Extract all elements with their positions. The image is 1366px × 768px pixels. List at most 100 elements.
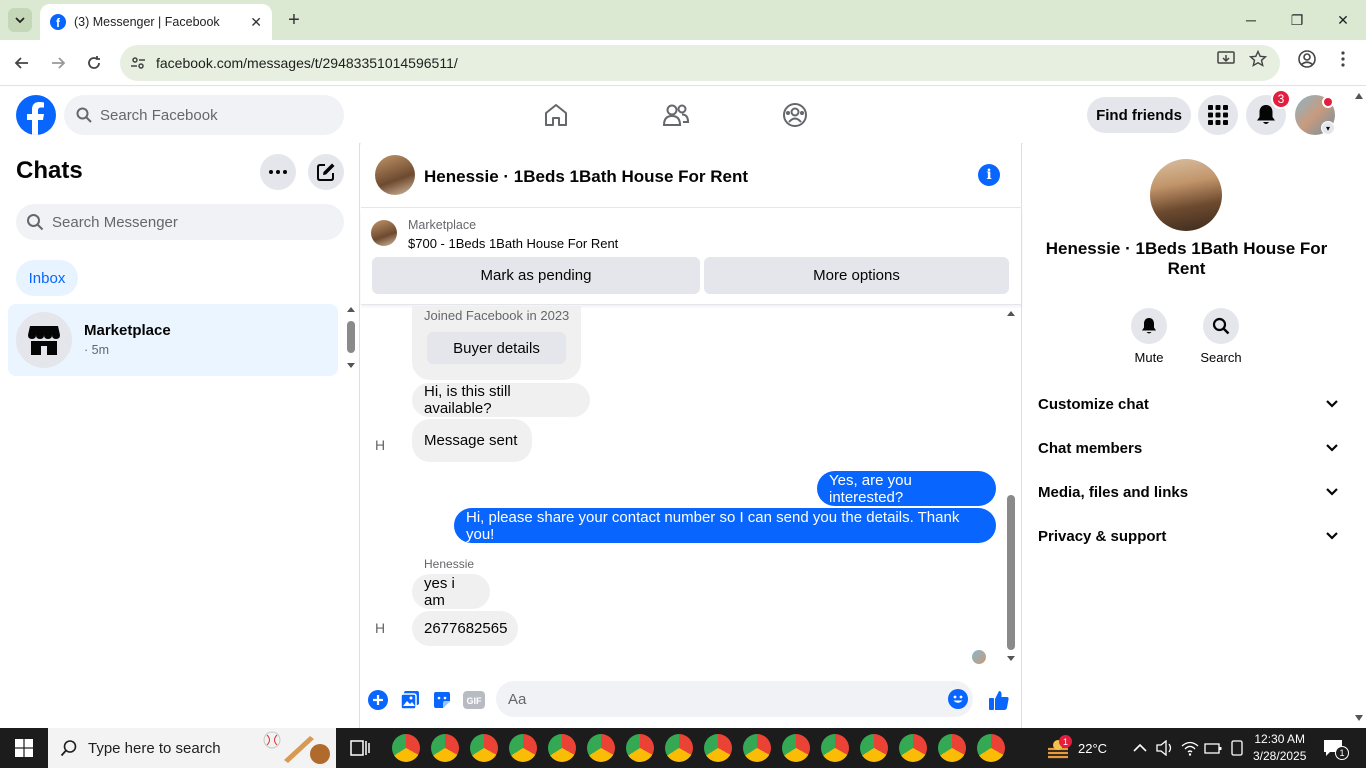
chrome-taskbar-icon[interactable] bbox=[860, 734, 888, 762]
grid-icon bbox=[1208, 105, 1228, 125]
windows-start-button[interactable] bbox=[0, 728, 48, 768]
chat-profile-avatar[interactable] bbox=[1150, 159, 1222, 231]
buyer-details-button[interactable]: Buyer details bbox=[427, 332, 566, 364]
message-composer: GIF Aa bbox=[361, 678, 1022, 728]
minimize-button[interactable]: ─ bbox=[1228, 0, 1274, 40]
chat-list-item[interactable]: Marketplace · 5m bbox=[8, 304, 338, 376]
media-files-links-section[interactable]: Media, files and links bbox=[1038, 470, 1338, 514]
listing-title[interactable]: $700 - 1Beds 1Bath House For Rent bbox=[408, 236, 618, 251]
new-tab-button[interactable]: + bbox=[282, 8, 306, 32]
chrome-taskbar-icon-active[interactable] bbox=[587, 734, 615, 762]
like-thumb-icon[interactable] bbox=[987, 688, 1011, 712]
chrome-taskbar-icon[interactable] bbox=[548, 734, 576, 762]
facebook-search-placeholder: Search Facebook bbox=[100, 106, 218, 124]
conversation-title[interactable]: Henessie · 1Beds 1Bath House For Rent bbox=[424, 167, 748, 187]
chrome-taskbar-icon[interactable] bbox=[899, 734, 927, 762]
chrome-taskbar-icon[interactable] bbox=[431, 734, 459, 762]
task-view-icon[interactable] bbox=[346, 734, 374, 762]
tab-search-button[interactable] bbox=[8, 8, 32, 32]
display-icon[interactable] bbox=[1229, 728, 1245, 768]
chrome-taskbar-icon[interactable] bbox=[626, 734, 654, 762]
friends-icon[interactable] bbox=[662, 101, 690, 129]
baseball-search-highlight-icon bbox=[263, 731, 330, 764]
tab-title: (3) Messenger | Facebook bbox=[74, 15, 220, 29]
chrome-taskbar-icon[interactable] bbox=[392, 734, 420, 762]
message-bubble[interactable]: yes i am bbox=[412, 574, 490, 609]
attach-photo-icon[interactable] bbox=[398, 688, 422, 712]
chrome-taskbar-icon[interactable] bbox=[470, 734, 498, 762]
network-icon[interactable] bbox=[1181, 728, 1199, 768]
url-bar[interactable]: facebook.com/messages/t/2948335101459651… bbox=[120, 45, 1280, 81]
mark-as-pending-button[interactable]: Mark as pending bbox=[372, 257, 700, 294]
chrome-taskbar-icon[interactable] bbox=[782, 734, 810, 762]
groups-icon[interactable] bbox=[781, 101, 809, 129]
close-window-button[interactable]: ✕ bbox=[1320, 0, 1366, 40]
restore-button[interactable]: ❐ bbox=[1274, 0, 1320, 40]
battery-icon[interactable] bbox=[1204, 728, 1222, 768]
store-icon bbox=[28, 326, 60, 355]
chrome-taskbar-icon[interactable] bbox=[821, 734, 849, 762]
chat-members-section[interactable]: Chat members bbox=[1038, 426, 1338, 470]
page-scrollbar[interactable] bbox=[1352, 87, 1366, 728]
search-in-chat-action[interactable]: Search bbox=[1191, 308, 1251, 365]
reload-icon bbox=[88, 56, 100, 69]
chrome-taskbar-icon[interactable] bbox=[743, 734, 771, 762]
messenger-search-input[interactable]: Search Messenger bbox=[16, 204, 344, 240]
chat-options-button[interactable] bbox=[260, 154, 296, 190]
inbox-filter-tab[interactable]: Inbox bbox=[16, 260, 78, 296]
bookmark-star-icon[interactable] bbox=[1248, 49, 1268, 69]
more-options-button[interactable]: More options bbox=[704, 257, 1009, 294]
browser-tab-messenger[interactable]: f (3) Messenger | Facebook ✕ bbox=[40, 4, 272, 40]
gif-icon[interactable]: GIF bbox=[462, 688, 486, 712]
home-icon[interactable] bbox=[542, 101, 570, 129]
messenger-search-placeholder: Search Messenger bbox=[52, 213, 178, 231]
back-button[interactable] bbox=[10, 51, 34, 75]
show-hidden-icons-chevron[interactable] bbox=[1133, 728, 1147, 768]
conversation-avatar[interactable] bbox=[375, 155, 415, 195]
browser-menu-icon[interactable] bbox=[1333, 49, 1353, 69]
sticker-icon[interactable] bbox=[430, 688, 454, 712]
my-message-bubble[interactable]: Yes, are you interested? bbox=[817, 471, 996, 506]
chat-list-scrollbar[interactable] bbox=[346, 306, 356, 370]
taskbar-search-input[interactable]: Type here to search bbox=[48, 728, 336, 768]
site-info-icon[interactable] bbox=[130, 55, 146, 71]
sender-avatar[interactable]: H bbox=[375, 431, 403, 459]
customize-chat-section[interactable]: Customize chat bbox=[1038, 382, 1338, 426]
forward-button[interactable] bbox=[46, 51, 70, 75]
weather-widget[interactable]: 1 22°C bbox=[1046, 728, 1107, 768]
facebook-logo-icon[interactable] bbox=[16, 95, 56, 135]
my-message-bubble[interactable]: Hi, please share your contact number so … bbox=[454, 508, 996, 543]
facebook-search-input[interactable]: Search Facebook bbox=[64, 95, 344, 135]
privacy-support-section[interactable]: Privacy & support bbox=[1038, 514, 1338, 558]
message-bubble[interactable]: Hi, is this still available? bbox=[412, 383, 590, 417]
system-clock[interactable]: 12:30 AM 3/28/2025 bbox=[1253, 731, 1306, 765]
chrome-taskbar-icon[interactable] bbox=[704, 734, 732, 762]
volume-icon[interactable] bbox=[1156, 728, 1174, 768]
notification-center-icon[interactable]: 1 bbox=[1323, 728, 1349, 768]
url-text: facebook.com/messages/t/2948335101459651… bbox=[156, 55, 458, 71]
install-app-icon[interactable] bbox=[1216, 49, 1236, 69]
sender-avatar[interactable]: H bbox=[375, 614, 403, 642]
marketplace-avatar bbox=[16, 312, 72, 368]
chrome-taskbar-icon[interactable] bbox=[938, 734, 966, 762]
menu-grid-button[interactable] bbox=[1198, 95, 1238, 135]
chrome-taskbar-icon[interactable] bbox=[977, 734, 1005, 762]
chrome-taskbar-icon[interactable] bbox=[509, 734, 537, 762]
mute-action[interactable]: Mute bbox=[1119, 308, 1179, 365]
find-friends-button[interactable]: Find friends bbox=[1087, 97, 1191, 133]
message-bubble[interactable]: Message sent bbox=[412, 419, 532, 462]
message-bubble[interactable]: 2677682565 bbox=[412, 611, 518, 646]
info-icon[interactable]: i bbox=[978, 164, 1000, 186]
back-arrow-icon bbox=[14, 57, 28, 69]
listing-thumbnail[interactable] bbox=[371, 220, 397, 246]
message-input[interactable]: Aa bbox=[496, 681, 973, 717]
conversation-scrollbar[interactable] bbox=[1005, 308, 1017, 668]
more-actions-plus-icon[interactable] bbox=[366, 688, 390, 712]
account-chevron-icon[interactable]: ▾ bbox=[1321, 121, 1335, 135]
close-tab-icon[interactable]: ✕ bbox=[250, 14, 262, 31]
new-message-button[interactable] bbox=[308, 154, 344, 190]
reload-button[interactable] bbox=[82, 51, 106, 75]
profile-icon[interactable] bbox=[1297, 49, 1317, 69]
chrome-taskbar-icon[interactable] bbox=[665, 734, 693, 762]
emoji-icon[interactable] bbox=[948, 689, 968, 709]
